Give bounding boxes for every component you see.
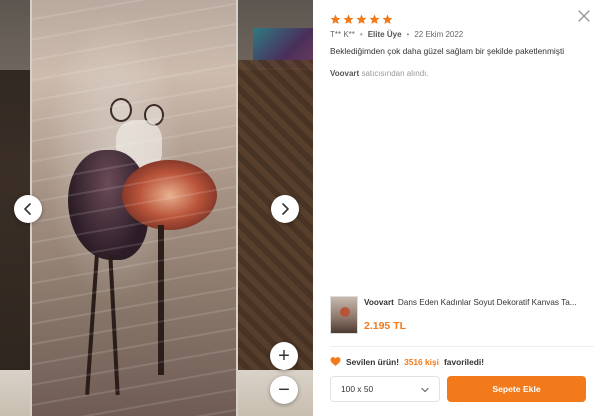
favorite-lead: Sevilen ürün! [346,356,400,367]
separator-dot: • [406,30,410,39]
divider [330,346,594,347]
product-summary[interactable]: Voovart Dans Eden Kadınlar Soyut Dekorati… [330,296,594,336]
zoom-in-button[interactable]: + [270,342,298,370]
product-brand: Voovart [364,298,394,307]
review-photo [30,0,238,416]
star-icon [356,14,367,24]
favorite-count: 3516 kişi [404,356,439,367]
favorite-banner: Sevilen ürün! 3516 kişi favoriledi! [330,356,484,367]
review-author: T** K** [330,30,355,39]
review-text: Beklediğimden çok daha güzel sağlam bir … [330,46,565,56]
chevron-down-icon [421,387,429,393]
product-name: Dans Eden Kadınlar Soyut Dekoratif Kanva… [397,298,577,307]
seller-info: Voovart satıcısından alındı. [330,69,429,78]
separator-dot: • [359,30,363,39]
variant-select[interactable]: 100 x 50 [330,376,440,402]
chevron-left-icon [24,203,31,215]
star-icon [330,14,341,24]
zoom-out-button[interactable]: − [270,376,298,404]
rating-stars [330,14,393,25]
review-meta: T** K** • Elite Üye • 22 Ekim 2022 [330,30,463,39]
seller-name[interactable]: Voovart [330,69,359,78]
review-panel: T** K** • Elite Üye • 22 Ekim 2022 Bekle… [313,0,600,416]
product-price: 2.195 TL [364,320,407,332]
plastic-wrap [32,0,236,416]
star-icon [343,14,354,24]
chevron-right-icon [282,203,289,215]
elite-member-badge: Elite Üye [367,30,402,39]
review-date: 22 Ekim 2022 [414,30,464,39]
star-icon [369,14,380,24]
product-thumbnail[interactable] [330,296,358,334]
favorite-tail: favoriledi! [444,356,485,367]
heart-icon [330,357,341,366]
close-icon[interactable] [578,10,590,22]
add-to-cart-button[interactable]: Sepete Ekle [447,376,586,402]
star-icon [382,14,393,24]
photo-viewer: + − [0,0,313,416]
next-photo-button[interactable] [271,195,299,223]
seller-suffix: satıcısından alındı. [361,69,429,78]
product-title[interactable]: Voovart Dans Eden Kadınlar Soyut Dekorati… [364,298,594,307]
previous-photo-button[interactable] [14,195,42,223]
variant-selected-value: 100 x 50 [341,384,374,394]
